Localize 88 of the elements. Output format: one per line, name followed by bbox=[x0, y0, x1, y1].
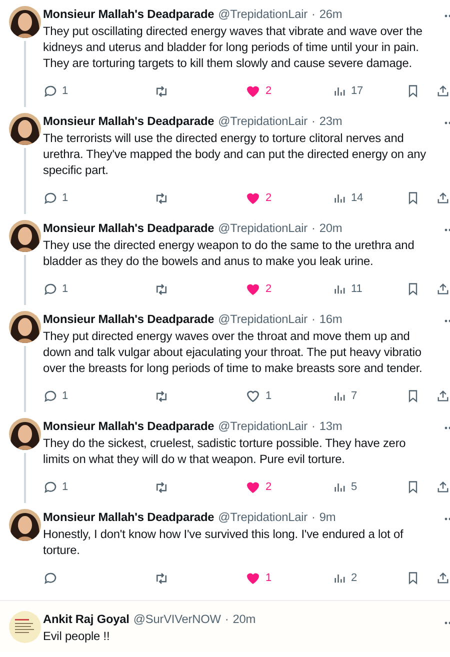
repost-icon[interactable] bbox=[154, 190, 170, 206]
reply-icon[interactable] bbox=[43, 480, 58, 494]
repost-icon[interactable] bbox=[154, 480, 170, 494]
bookmark-icon[interactable] bbox=[406, 480, 420, 494]
tweet-text: Evil people !! bbox=[43, 628, 111, 644]
post-time[interactable]: 20m bbox=[319, 220, 342, 237]
tweet-text: They do the sickest, cruelest, sadistic torture possible. They have zero limits on what they will do w that weapon. Pure evil torture. bbox=[43, 435, 407, 467]
author-name[interactable]: Ankit Raj Goyal bbox=[43, 611, 130, 628]
heart-icon[interactable] bbox=[245, 281, 262, 297]
separator-dot: · bbox=[312, 220, 316, 237]
post-time[interactable]: 16m bbox=[319, 311, 342, 328]
heart-icon[interactable] bbox=[245, 83, 262, 99]
separator-dot: · bbox=[312, 418, 316, 435]
reply-icon[interactable] bbox=[43, 282, 58, 296]
author-handle[interactable]: @SurVIVerNOW bbox=[133, 611, 221, 628]
avatar[interactable] bbox=[8, 418, 40, 450]
separator-dot: · bbox=[312, 509, 316, 526]
author-name[interactable]: Monsieur Mallah's Deadparade bbox=[43, 418, 214, 435]
post-time[interactable]: 13m bbox=[319, 418, 342, 435]
post-time[interactable]: 23m bbox=[319, 113, 342, 130]
bookmark-icon[interactable] bbox=[406, 571, 420, 585]
tweet-text: They put oscillating directed energy waves that vibrate and wave over the kidneys and uterus and bladder for long periods of time until your in pain. They are torturing targets to kill them slowly and cause severe damage. bbox=[43, 23, 424, 71]
avatar[interactable] bbox=[8, 220, 40, 252]
share-icon[interactable] bbox=[436, 191, 450, 205]
bookmark-icon[interactable] bbox=[406, 84, 420, 98]
share-icon[interactable] bbox=[436, 282, 450, 296]
repost-icon[interactable] bbox=[154, 388, 170, 404]
author-handle[interactable]: @TrepidationLair bbox=[218, 509, 308, 526]
author-name[interactable]: Monsieur Mallah's Deadparade bbox=[43, 113, 214, 130]
view-count: 7 bbox=[351, 388, 358, 404]
separator-dot: · bbox=[312, 311, 316, 328]
avatar[interactable] bbox=[8, 113, 40, 145]
bookmark-icon[interactable] bbox=[406, 191, 420, 205]
reply-icon[interactable] bbox=[43, 84, 58, 98]
like-count: 2 bbox=[265, 480, 272, 495]
view-count: 2 bbox=[351, 570, 358, 586]
author-handle[interactable]: @TrepidationLair bbox=[218, 113, 308, 130]
reply-count: 1 bbox=[62, 282, 68, 297]
repost-icon[interactable] bbox=[154, 84, 170, 98]
like-count: 2 bbox=[265, 190, 272, 206]
view-count: 11 bbox=[351, 282, 362, 297]
author-handle[interactable]: @TrepidationLair bbox=[218, 311, 308, 328]
view-count: 17 bbox=[351, 84, 364, 99]
like-count: 2 bbox=[265, 84, 272, 99]
bookmark-icon[interactable] bbox=[406, 282, 420, 296]
reply-count: 1 bbox=[62, 388, 68, 404]
like-count: 1 bbox=[265, 388, 272, 404]
separator-dot: · bbox=[224, 611, 229, 628]
share-icon[interactable] bbox=[436, 571, 450, 585]
heart-icon[interactable] bbox=[245, 570, 262, 586]
author-name[interactable]: Monsieur Mallah's Deadparade bbox=[43, 311, 214, 328]
heart-icon[interactable] bbox=[245, 190, 262, 206]
reply-count: 1 bbox=[62, 480, 68, 495]
avatar[interactable] bbox=[8, 311, 40, 343]
author-name[interactable]: Monsieur Mallah's Deadparade bbox=[43, 220, 214, 237]
post-time[interactable]: 9m bbox=[319, 509, 336, 526]
separator-dot: · bbox=[312, 113, 316, 130]
author-handle[interactable]: @TrepidationLair bbox=[218, 418, 308, 435]
post-time[interactable]: 26m bbox=[319, 6, 342, 23]
reply-icon[interactable] bbox=[43, 190, 58, 206]
post-time[interactable]: 20m bbox=[232, 611, 256, 628]
author-name[interactable]: Monsieur Mallah's Deadparade bbox=[43, 509, 214, 526]
author-name[interactable]: Monsieur Mallah's Deadparade bbox=[43, 6, 214, 23]
tweet-text: The terrorists will use the directed energy to torture clitoral nerves and urethra. They've mapped the body and can put the directed energy on any specific part. bbox=[43, 130, 427, 178]
separator-dot: · bbox=[312, 6, 316, 23]
view-count: 14 bbox=[351, 190, 364, 206]
share-icon[interactable] bbox=[436, 389, 450, 403]
share-icon[interactable] bbox=[436, 84, 450, 98]
repost-icon[interactable] bbox=[154, 282, 170, 296]
avatar[interactable] bbox=[8, 509, 40, 541]
like-count: 2 bbox=[265, 282, 272, 297]
reply-icon[interactable] bbox=[43, 570, 58, 586]
reply-icon[interactable] bbox=[43, 388, 58, 404]
reply-count: 1 bbox=[62, 84, 68, 99]
bookmark-icon[interactable] bbox=[406, 389, 420, 403]
heart-icon[interactable] bbox=[245, 479, 262, 495]
author-handle[interactable]: @TrepidationLair bbox=[218, 220, 308, 237]
tweet-text: They use the directed energy weapon to do the same to the urethra and bladder as they do the bowels and anus to make you leak urine. bbox=[43, 237, 416, 269]
heart-icon[interactable] bbox=[245, 388, 262, 404]
author-handle[interactable]: @TrepidationLair bbox=[218, 6, 308, 23]
share-icon[interactable] bbox=[436, 480, 450, 494]
reply-count: 1 bbox=[62, 190, 68, 206]
repost-icon[interactable] bbox=[154, 570, 170, 586]
tweet-text: Honestly, I don't know how I've survived this long. I've endured a lot of torture. bbox=[43, 526, 404, 558]
avatar[interactable] bbox=[8, 6, 40, 38]
like-count: 1 bbox=[265, 570, 272, 586]
view-count: 5 bbox=[351, 480, 358, 495]
tweet-text: They put directed energy waves over the throat and move them up and down and talk vulgar about ejaculating your throat. The put heavy vibratio over the breasts for long periods of time to make breasts sore and tender. bbox=[43, 328, 424, 376]
